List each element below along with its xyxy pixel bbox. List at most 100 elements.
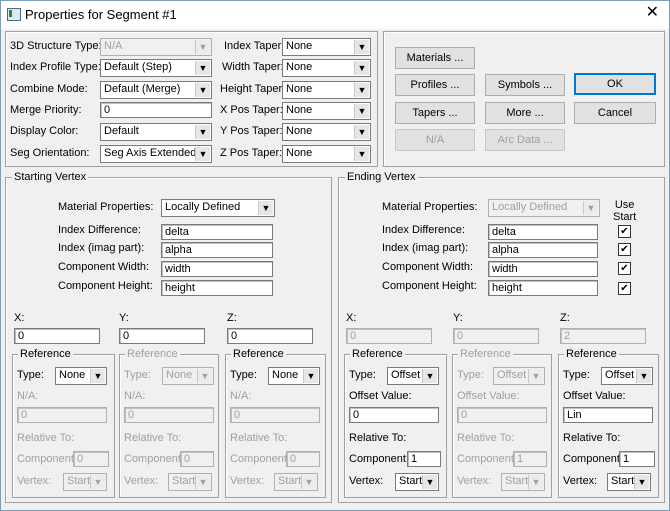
component-width-label: Component Width:	[58, 261, 150, 273]
zpos-taper-select[interactable]: None ▼	[282, 145, 371, 163]
combine-mode-select[interactable]: Default (Merge) ▼	[100, 81, 212, 99]
na-input: 0	[17, 407, 107, 423]
vertex-select[interactable]: Start ▼	[395, 473, 439, 491]
chevron-down-icon[interactable]: ▼	[354, 104, 369, 118]
reference-x-group: Reference Type: None ▼ N/A: 0 Relative To…	[12, 348, 115, 498]
reference-type-select: None ▼	[162, 367, 214, 385]
offset-value-input[interactable]: 0	[349, 407, 439, 423]
index-difference-input[interactable]: delta	[488, 224, 598, 240]
ending-vertex-group: Ending Vertex Use Start Material Propert…	[338, 171, 665, 503]
component-width-label: Component Width:	[382, 261, 474, 273]
chevron-down-icon[interactable]: ▼	[258, 201, 273, 215]
chevron-down-icon[interactable]: ▼	[354, 61, 369, 75]
reference-type-select[interactable]: Offset ▼	[387, 367, 439, 385]
use-start-index-diff-checkbox[interactable]: ✔	[618, 225, 631, 238]
x-input[interactable]: 0	[14, 328, 100, 344]
chevron-down-icon[interactable]: ▼	[195, 61, 210, 75]
vertex-select: Start ▼	[168, 473, 212, 491]
component-input[interactable]: 1	[619, 451, 655, 467]
vertex-label: Vertex:	[124, 475, 159, 487]
display-color-select[interactable]: Default ▼	[100, 123, 212, 141]
material-properties-label: Material Properties:	[58, 201, 154, 213]
use-start-index-imag-checkbox[interactable]: ✔	[618, 243, 631, 256]
index-taper-select[interactable]: None ▼	[282, 38, 371, 56]
chevron-down-icon[interactable]: ▼	[422, 369, 437, 383]
offset-value-input[interactable]: Lin	[563, 407, 653, 423]
chevron-down-icon[interactable]: ▼	[90, 369, 105, 383]
index-difference-input[interactable]: delta	[161, 224, 273, 240]
component-label: Component:	[230, 453, 290, 465]
component-height-label: Component Height:	[58, 280, 153, 292]
reference-type-select[interactable]: None ▼	[268, 367, 320, 385]
component-width-input[interactable]: width	[488, 261, 598, 277]
reference-type-select[interactable]: Offset ▼	[601, 367, 653, 385]
na-label: N/A:	[124, 390, 146, 402]
height-taper-select[interactable]: None ▼	[282, 81, 371, 99]
component-label: Component:	[17, 453, 77, 465]
offset-value-label: Offset Value:	[457, 390, 520, 402]
index-profile-type-select[interactable]: Default (Step) ▼	[100, 59, 212, 77]
z-input: 2	[560, 328, 646, 344]
more-button[interactable]: More ...	[485, 102, 565, 124]
reference-type-select[interactable]: None ▼	[55, 367, 107, 385]
use-start-component-height-checkbox[interactable]: ✔	[618, 282, 631, 295]
tapers-button[interactable]: Tapers ...	[395, 102, 475, 124]
x-input: 0	[346, 328, 432, 344]
ok-button[interactable]: OK	[574, 73, 656, 95]
z-label: Z:	[227, 312, 237, 324]
component-input: 0	[73, 451, 109, 467]
reference-y-group: Reference Type: None ▼ N/A: 0 Relative To…	[119, 348, 219, 498]
chevron-down-icon[interactable]: ▼	[634, 475, 649, 489]
materials-button[interactable]: Materials ...	[395, 47, 475, 69]
component-height-input[interactable]: height	[488, 280, 598, 296]
vertex-select[interactable]: Start ▼	[607, 473, 651, 491]
seg-orientation-select[interactable]: Seg Axis Extended ▼	[100, 145, 212, 163]
chevron-down-icon[interactable]: ▼	[195, 125, 210, 139]
chevron-down-icon[interactable]: ▼	[354, 83, 369, 97]
width-taper-label: Width Taper:	[222, 61, 284, 73]
combine-mode-label: Combine Mode:	[10, 83, 88, 95]
display-color-label: Display Color:	[10, 125, 79, 137]
material-properties-label: Material Properties:	[382, 201, 478, 213]
component-height-label: Component Height:	[382, 280, 477, 292]
symbols-button[interactable]: Symbols ...	[485, 74, 565, 96]
height-taper-label: Height Taper:	[220, 83, 286, 95]
merge-priority-input[interactable]: 0	[100, 102, 212, 118]
chevron-down-icon[interactable]: ▼	[422, 475, 437, 489]
cancel-button[interactable]: Cancel	[574, 102, 656, 124]
reference-y-group: Reference Type: Offset ▼ Offset Value: 0 …	[452, 348, 552, 498]
profiles-button[interactable]: Profiles ...	[395, 74, 475, 96]
index-imag-input[interactable]: alpha	[488, 242, 598, 258]
chevron-down-icon: ▼	[197, 369, 212, 383]
chevron-down-icon[interactable]: ▼	[354, 125, 369, 139]
width-taper-select[interactable]: None ▼	[282, 59, 371, 77]
use-start-component-width-checkbox[interactable]: ✔	[618, 262, 631, 275]
xpos-taper-select[interactable]: None ▼	[282, 102, 371, 120]
z-input[interactable]: 0	[227, 328, 313, 344]
ypos-taper-select[interactable]: None ▼	[282, 123, 371, 141]
na-button: N/A	[395, 129, 475, 151]
chevron-down-icon[interactable]: ▼	[303, 369, 318, 383]
component-input[interactable]: 1	[407, 451, 441, 467]
close-icon[interactable]: ✕	[646, 5, 659, 21]
material-properties-select: Locally Defined ▼	[488, 199, 600, 217]
chevron-down-icon[interactable]: ▼	[354, 147, 369, 161]
reference-title: Reference	[564, 348, 619, 360]
material-properties-select[interactable]: Locally Defined ▼	[161, 199, 275, 217]
chevron-down-icon: ▼	[583, 201, 598, 215]
title-bar[interactable]: Properties for Segment #1 ✕	[1, 1, 669, 29]
app-icon	[7, 8, 21, 21]
reference-title: Reference	[18, 348, 73, 360]
chevron-down-icon[interactable]: ▼	[354, 40, 369, 54]
window-title: Properties for Segment #1	[25, 7, 177, 22]
y-input[interactable]: 0	[119, 328, 205, 344]
component-width-input[interactable]: width	[161, 261, 273, 277]
chevron-down-icon[interactable]: ▼	[636, 369, 651, 383]
index-imag-input[interactable]: alpha	[161, 242, 273, 258]
vertex-select: Start ▼	[274, 473, 318, 491]
component-height-input[interactable]: height	[161, 280, 273, 296]
chevron-down-icon[interactable]: ▼	[195, 83, 210, 97]
type-label: Type:	[124, 369, 151, 381]
chevron-down-icon[interactable]: ▼	[195, 147, 210, 161]
vertex-label: Vertex:	[457, 475, 492, 487]
